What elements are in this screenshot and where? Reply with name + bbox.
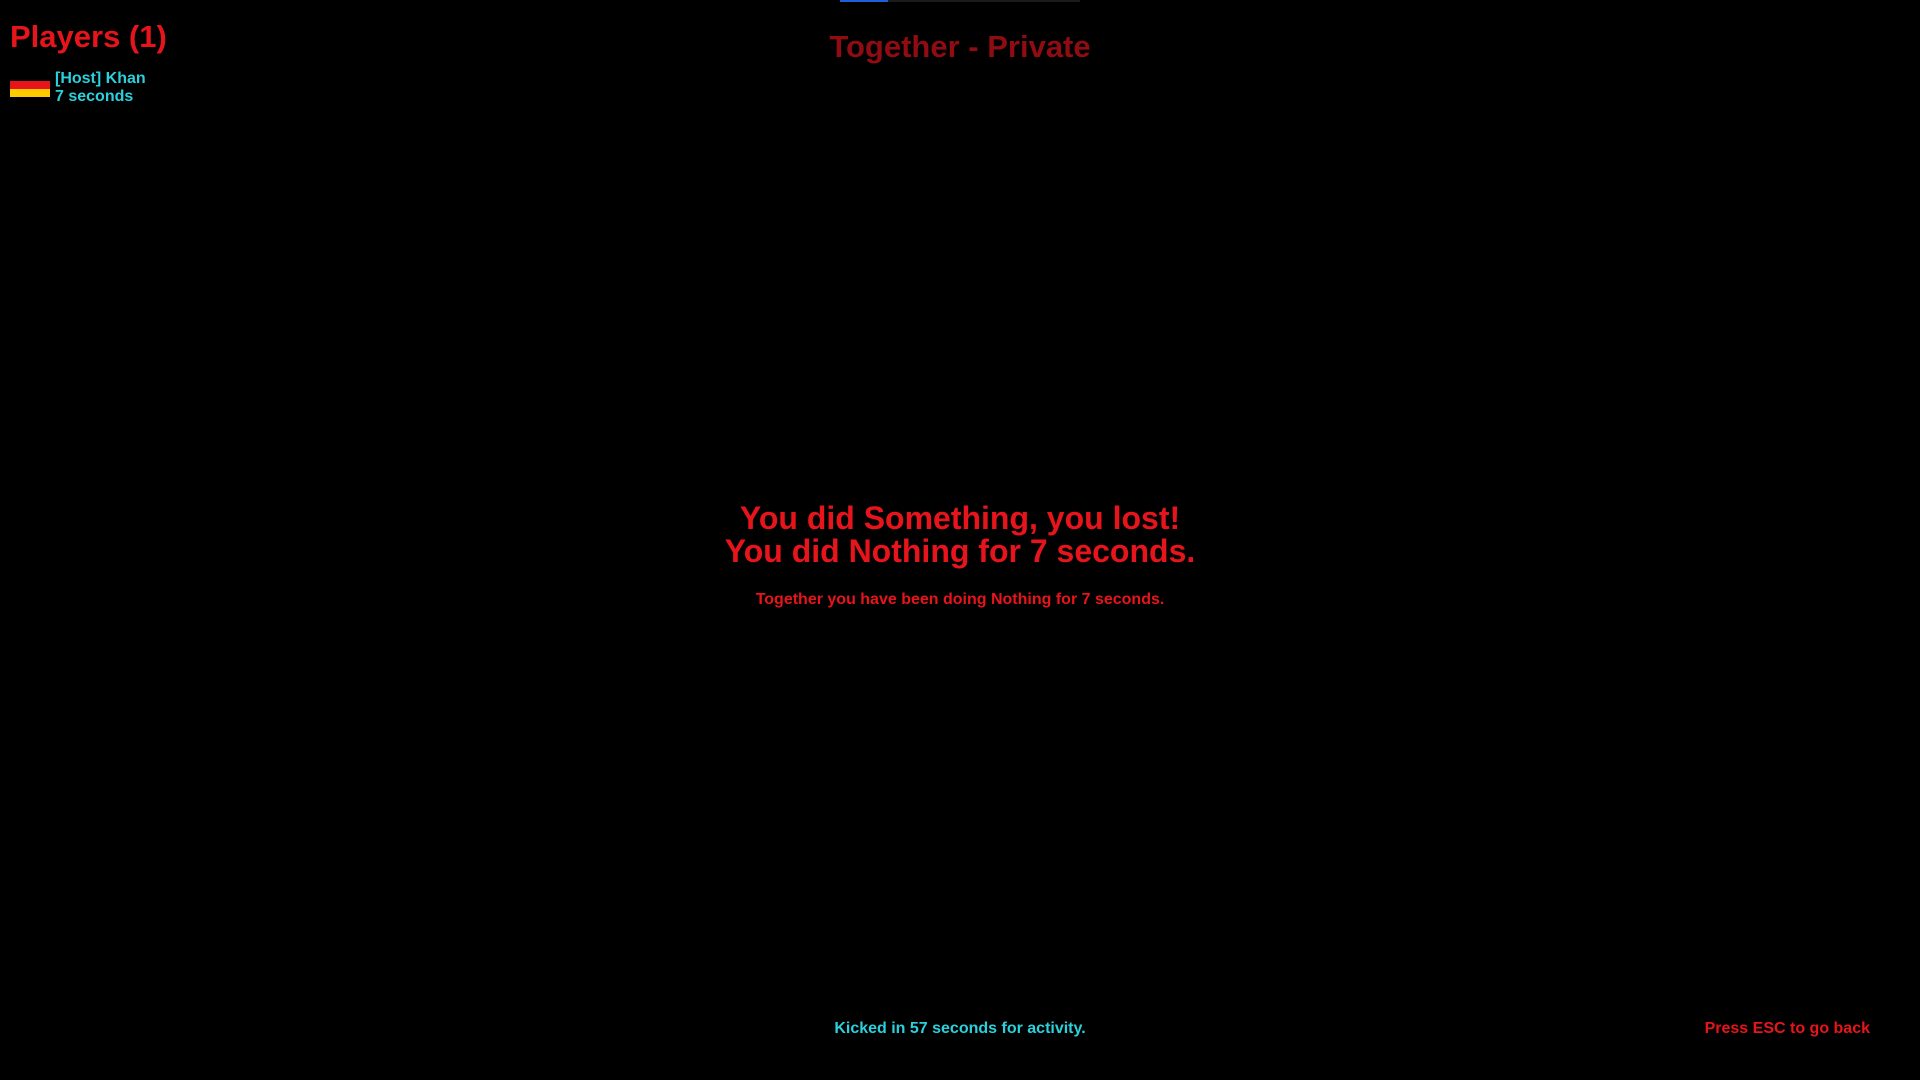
- kick-notice: Kicked in 57 seconds for activity.: [834, 1020, 1086, 1037]
- result-time-line: You did Nothing for 7 seconds.: [724, 533, 1196, 569]
- top-progress-fill: [840, 0, 888, 2]
- top-progress-bar: [840, 0, 1080, 2]
- result-message: You did Something, you lost! You did Not…: [0, 502, 1920, 610]
- player-entry: [Host] Khan 7 seconds: [10, 70, 167, 106]
- result-headline: You did Something, you lost!: [739, 500, 1181, 536]
- room-title: Together - Private: [829, 29, 1091, 64]
- player-info: [Host] Khan 7 seconds: [55, 70, 146, 106]
- flag-stripe-gold: [10, 89, 50, 97]
- result-subtitle: Together you have been doing Nothing for…: [755, 591, 1165, 608]
- player-name: [Host] Khan: [55, 70, 146, 87]
- flag-stripe-red: [10, 81, 50, 89]
- esc-back-hint[interactable]: Press ESC to go back: [1705, 1019, 1870, 1039]
- player-time: 7 seconds: [55, 88, 134, 105]
- germany-flag-icon: [10, 81, 50, 97]
- game-screen: Players (1) [Host] Khan 7 seconds Togeth…: [0, 0, 1920, 1080]
